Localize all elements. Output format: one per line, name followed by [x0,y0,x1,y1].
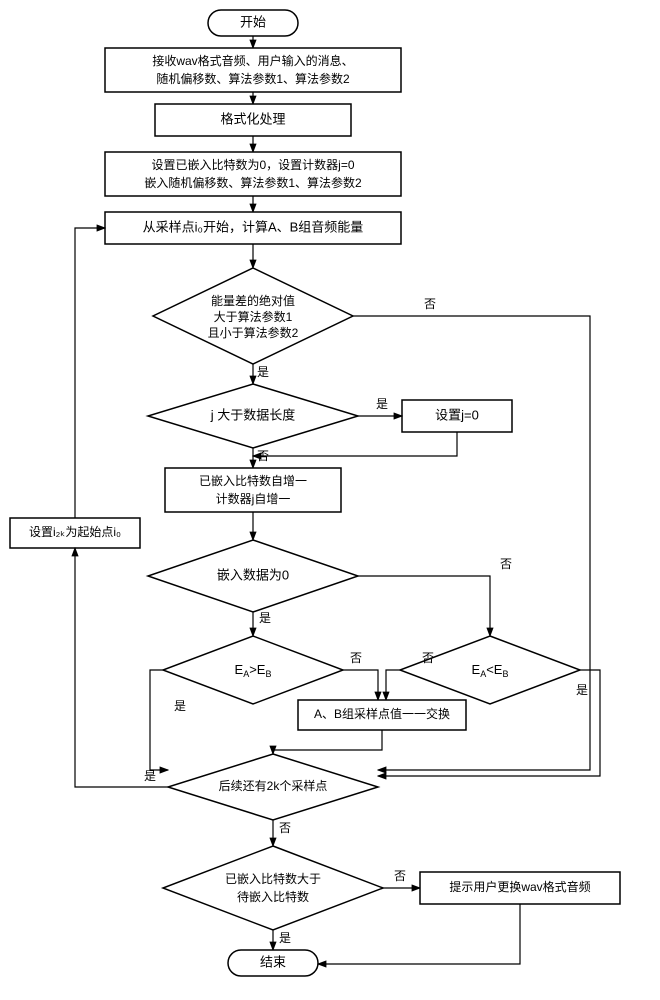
init-l1: 设置已嵌入比特数为0，设置计数器j=0 [151,157,354,172]
has2k-label: 后续还有2k个采样点 [219,778,328,793]
flowchart: 开始 接收wav格式音频、用户输入的消息、 随机偏移数、算法参数1、算法参数2 … [0,0,660,1000]
eagt-yes: 是 [174,699,186,713]
recv-l2: 随机偏移数、算法参数1、算法参数2 [156,71,350,86]
ealt-yes: 是 [576,683,588,697]
embed-done-l2: 待嵌入比特数 [237,889,309,904]
energy-diff-l3: 且小于算法参数2 [208,325,299,340]
embed0-no: 否 [500,557,512,571]
energy-yes: 是 [257,365,269,379]
setj0-label: 设置j=0 [435,407,479,422]
energy-diff-l2: 大于算法参数1 [214,309,293,324]
calc-ab-label: 从采样点i₀开始，计算A、B组音频能量 [143,219,364,234]
set-i2k-label: 设置i₂ₖ为起始点i₀ [29,525,121,539]
jgt-yes: 是 [376,397,388,411]
energy-no: 否 [424,297,436,311]
has2k-yes: 是 [144,769,156,783]
jgt-label: j 大于数据长度 [210,407,296,422]
embed-done-l1: 已嵌入比特数大于 [225,871,321,886]
end-label: 结束 [260,954,286,969]
eagt-no: 否 [350,651,362,665]
ealt-no: 否 [422,651,434,665]
embed0-yes: 是 [259,611,271,625]
incr-l2: 计数器j自增一 [216,491,291,506]
energy-diff-l1: 能量差的绝对值 [211,293,295,308]
done-no: 否 [394,869,406,883]
prompt-label: 提示用户更换wav格式音频 [449,879,590,894]
embed0-label: 嵌入数据为0 [217,567,289,582]
start-label: 开始 [240,14,266,29]
done-yes: 是 [279,931,291,945]
recv-l1: 接收wav格式音频、用户输入的消息、 [152,53,353,68]
format-label: 格式化处理 [220,111,285,126]
has2k-no: 否 [279,821,291,835]
incr-l1: 已嵌入比特数自增一 [199,473,307,488]
embed-done-diamond [163,846,383,930]
init-l2: 嵌入随机偏移数、算法参数1、算法参数2 [144,175,362,190]
swap-label: A、B组采样点值一一交换 [314,706,450,721]
